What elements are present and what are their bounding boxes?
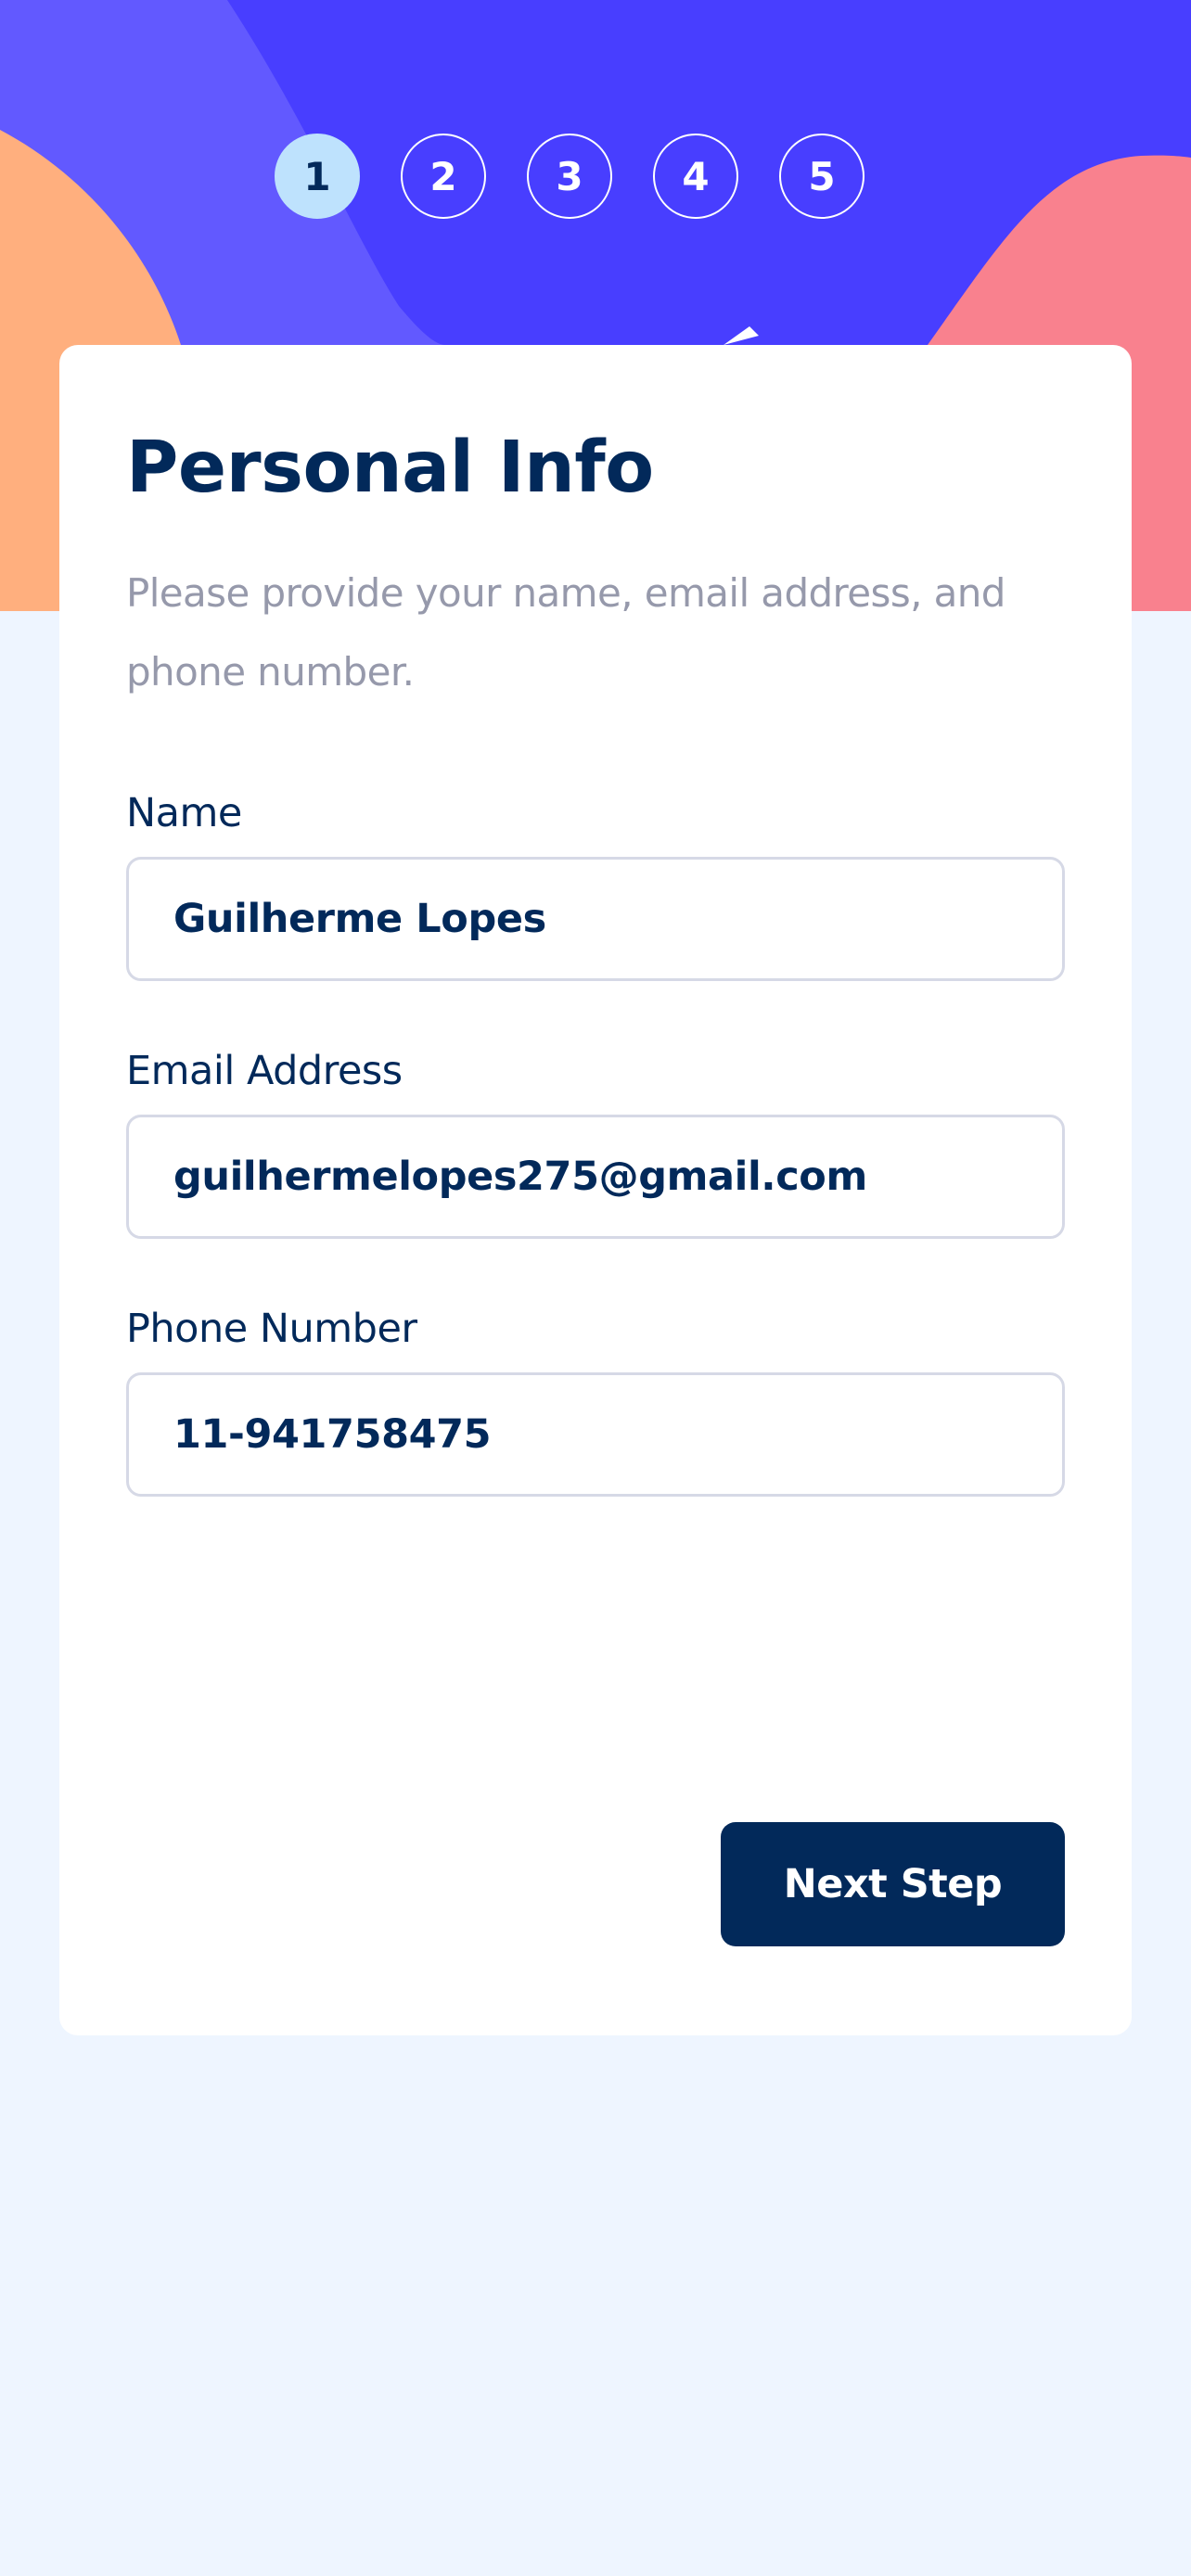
email-label: Email Address — [126, 1048, 403, 1094]
email-input[interactable] — [126, 1115, 1065, 1239]
next-step-button[interactable]: Next Step — [721, 1822, 1065, 1946]
page-title: Personal Info — [126, 427, 654, 509]
name-label: Name — [126, 790, 242, 836]
phone-input[interactable] — [126, 1372, 1065, 1497]
step-1[interactable]: 1 — [275, 134, 360, 219]
step-4[interactable]: 4 — [653, 134, 738, 219]
name-input[interactable] — [126, 857, 1065, 981]
step-indicator: 1 2 3 4 5 — [275, 134, 864, 219]
step-2[interactable]: 2 — [401, 134, 486, 219]
step-5[interactable]: 5 — [779, 134, 864, 219]
phone-label: Phone Number — [126, 1306, 417, 1352]
form-card: Personal Info Please provide your name, … — [59, 345, 1132, 2035]
step-3[interactable]: 3 — [527, 134, 612, 219]
page-subtitle: Please provide your name, email address,… — [126, 570, 1005, 695]
